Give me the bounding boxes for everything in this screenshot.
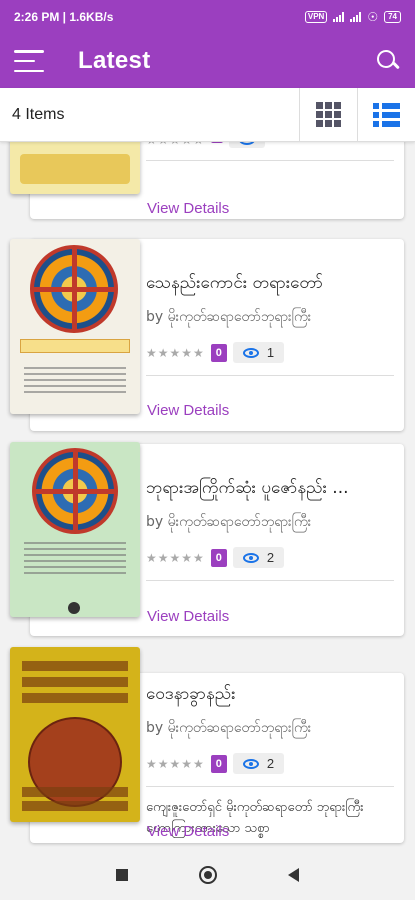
book-title: ဘုရားအကြိုက်ဆုံး ပူဇော်နည်း ... [146, 478, 349, 498]
list-item[interactable]: ဝေဒနာခွာနည်း by မိုးကုတ်ဆရာတော်ဘုရားကြီး… [10, 647, 404, 847]
view-count-value: 2 [266, 550, 275, 565]
eye-icon [242, 552, 259, 563]
view-details-link[interactable]: View Details [147, 823, 229, 840]
vpn-icon: VPN [304, 11, 328, 23]
divider [146, 786, 394, 787]
battery-icon: 74 [384, 11, 401, 23]
view-count: 2 [232, 547, 285, 568]
status-icons: VPN ☉ 74 [304, 10, 401, 24]
rating-badge: 0 [210, 343, 227, 362]
divider [146, 580, 394, 581]
book-author: by မိုးကုတ်ဆရာတော်ဘုရားကြီး [146, 720, 312, 736]
divider [146, 160, 394, 161]
rating-stars: ★★★★★ [146, 756, 205, 771]
book-author: by မိုးကုတ်ဆရာတော်ဘုရားကြီး [146, 514, 312, 530]
grid-view-button[interactable] [299, 87, 357, 142]
square-recents-icon[interactable] [115, 869, 128, 881]
book-list[interactable]: ★★★★★ View Details သေနည်းကောင်း တရားတော်… [0, 142, 415, 850]
hamburger-menu-icon[interactable] [14, 50, 44, 72]
view-count-value: 1 [266, 345, 275, 360]
items-count: 4 Items [12, 105, 65, 123]
search-icon[interactable] [375, 48, 401, 74]
status-bar: 2:26 PM | 1.6KB/s VPN ☉ 74 [0, 0, 415, 34]
list-item[interactable]: ★★★★★ View Details [10, 142, 404, 224]
view-count [228, 142, 265, 148]
system-nav-bar [0, 850, 415, 900]
view-count-value: 2 [266, 756, 275, 771]
book-author: by မိုးကုတ်ဆရာတော်ဘုရားကြီး [146, 309, 312, 325]
items-toolbar: 4 Items [0, 87, 415, 142]
book-cover[interactable] [10, 239, 140, 414]
eye-icon [242, 347, 259, 358]
view-details-link[interactable]: View Details [147, 200, 229, 217]
book-cover[interactable] [10, 647, 140, 822]
rating-stars: ★★★★★ [146, 345, 205, 360]
rating-stars: ★★★★★ [146, 142, 205, 147]
book-title: သေနည်းကောင်း တရားတော် [146, 273, 323, 293]
rating-stars: ★★★★★ [146, 550, 205, 565]
signal-icon-2 [350, 12, 362, 22]
book-cover[interactable] [10, 142, 140, 194]
eye-icon [242, 758, 259, 769]
rating-badge: 0 [210, 548, 227, 567]
book-meta: ★★★★★ 0 2 [146, 547, 394, 568]
book-title: ဝေဒနာခွာနည်း [146, 684, 236, 704]
book-meta: ★★★★★ 0 2 [146, 753, 394, 774]
page-title: Latest [78, 47, 151, 74]
view-count: 2 [232, 753, 285, 774]
book-meta: ★★★★★ [146, 142, 394, 148]
status-time: 2:26 PM | 1.6KB/s [14, 10, 114, 24]
eye-icon [238, 142, 255, 145]
view-count: 1 [232, 342, 285, 363]
grid-view-icon [316, 102, 341, 127]
list-view-icon [373, 102, 400, 127]
triangle-back-icon[interactable] [288, 868, 300, 882]
rating-badge: 0 [210, 754, 227, 773]
signal-icon [333, 12, 345, 22]
book-cover[interactable] [10, 442, 140, 617]
view-details-link[interactable]: View Details [147, 402, 229, 419]
circle-home-icon[interactable] [198, 866, 217, 884]
view-details-link[interactable]: View Details [147, 608, 229, 625]
wifi-icon: ☉ [367, 10, 379, 24]
divider [146, 375, 394, 376]
list-view-button[interactable] [357, 87, 415, 142]
list-item[interactable]: သေနည်းကောင်း တရားတော် by မိုးကုတ်ဆရာတော်… [10, 237, 404, 432]
rating-badge [210, 142, 223, 143]
app-bar: Latest [0, 34, 415, 88]
list-item[interactable]: ဘုရားအကြိုက်ဆုံး ပူဇော်နည်း ... by မိုးက… [10, 442, 404, 637]
book-meta: ★★★★★ 0 1 [146, 342, 394, 363]
